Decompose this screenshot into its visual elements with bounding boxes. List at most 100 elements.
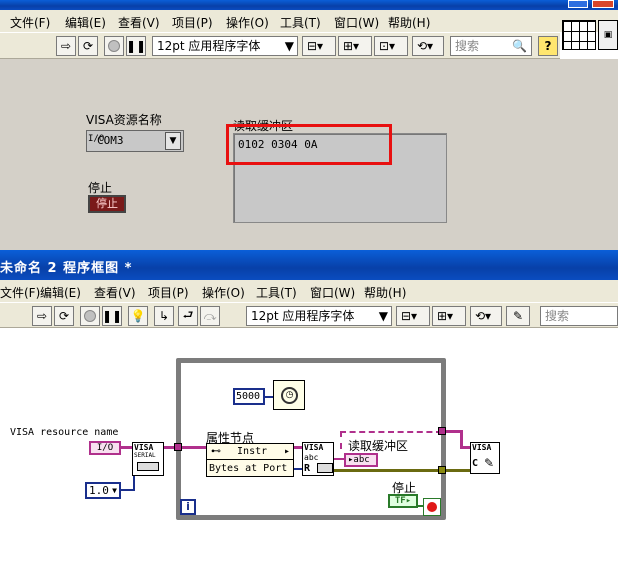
- menu-window[interactable]: 窗口(W): [334, 14, 379, 31]
- stop-circle-icon: [108, 40, 120, 52]
- bd-align-dropdown[interactable]: ⊟▾: [396, 306, 430, 326]
- block-menubar: 文件(F) 编辑(E) 查看(V) 项目(P) 操作(O) 工具(T) 窗口(W…: [0, 280, 618, 302]
- visa-resource-control[interactable]: I/O COM3 ▼: [86, 130, 184, 152]
- bd-pause-button[interactable]: ❚❚: [102, 306, 122, 326]
- bd-menu-help[interactable]: 帮助(H): [364, 284, 406, 301]
- timeout-wire: [265, 396, 273, 398]
- align-objects-dropdown[interactable]: ⊟▾: [302, 36, 336, 56]
- clean-up-diagram-icon[interactable]: ✎: [506, 306, 530, 326]
- close-icon[interactable]: [592, 0, 614, 8]
- visa-resource-label: VISA资源名称: [86, 113, 162, 127]
- loop-tunnel-out-ref: [438, 427, 446, 435]
- restore-icon[interactable]: [568, 0, 588, 8]
- close-session-icon: ✎: [484, 456, 495, 470]
- wait-ms-node[interactable]: ◷: [273, 380, 305, 410]
- loop-tunnel-in: [174, 443, 182, 451]
- menu-tools[interactable]: 工具(T): [280, 14, 321, 31]
- loop-condition-terminal[interactable]: [423, 498, 441, 516]
- menu-help[interactable]: 帮助(H): [388, 14, 430, 31]
- read-icon: [317, 463, 333, 473]
- ring-chevron-icon: ▼: [112, 486, 117, 495]
- pause-button[interactable]: ❚❚: [126, 36, 146, 56]
- visa-ref-wire-left: [340, 431, 342, 449]
- visa-resource-name-label: VISA resource name: [10, 427, 119, 438]
- bool-wire: [418, 505, 424, 507]
- error-wire-out: [446, 469, 470, 472]
- visa-wire-3: [294, 446, 302, 449]
- bd-font-select[interactable]: 12pt 应用程序字体 ▼: [246, 306, 392, 326]
- stop-condition-icon: [427, 502, 437, 512]
- front-menubar: 文件(F) 编辑(E) 查看(V) 项目(P) 操作(O) 工具(T) 窗口(W…: [0, 10, 618, 32]
- loop-tunnel-out-error: [438, 466, 446, 474]
- bd-menu-project[interactable]: 项目(P): [148, 284, 189, 301]
- bytes-wire: [294, 468, 302, 470]
- property-bytes-row: Bytes at Port: [209, 463, 288, 474]
- menu-edit[interactable]: 编辑(E): [65, 14, 106, 31]
- bd-abort-button[interactable]: [80, 306, 100, 326]
- resize-objects-dropdown[interactable]: ⊡▾: [374, 36, 408, 56]
- buffer-indicator-label: 读取缓冲区: [348, 439, 409, 453]
- menu-view[interactable]: 查看(V): [118, 14, 160, 31]
- run-continuous-button[interactable]: ⟳: [78, 36, 98, 56]
- bd-run-button[interactable]: ⇨: [32, 306, 52, 326]
- bd-reorder-dropdown[interactable]: ⟲▾: [470, 306, 502, 326]
- buffer-indicator-terminal: ▸abc: [344, 453, 378, 467]
- visa-configure-serial-node[interactable]: VISA SERIAL: [132, 442, 164, 476]
- reorder-dropdown[interactable]: ⟲▾: [412, 36, 444, 56]
- visa-read-node[interactable]: VISA abc R: [302, 442, 334, 476]
- search-icon[interactable]: 🔍: [512, 37, 527, 55]
- distribute-objects-dropdown[interactable]: ⊞▾: [338, 36, 372, 56]
- menu-operate[interactable]: 操作(O): [226, 14, 269, 31]
- step-into-icon[interactable]: ⮐: [178, 306, 198, 326]
- bd-stop-circle-icon: [84, 310, 96, 322]
- visa-wire-2: [164, 446, 206, 449]
- front-panel-canvas: VISA资源名称 I/O COM3 ▼ 停止 停止 读取缓冲区 0102 030…: [0, 59, 618, 250]
- run-button[interactable]: ⇨: [56, 36, 76, 56]
- highlight-box: [226, 124, 392, 165]
- loop-iteration-terminal: i: [180, 499, 196, 515]
- bd-menu-window[interactable]: 窗口(W): [310, 284, 355, 301]
- numeric-constant[interactable]: 1.0 ▼: [85, 482, 121, 499]
- bd-menu-view[interactable]: 查看(V): [94, 284, 136, 301]
- font-select[interactable]: 12pt 应用程序字体 ▼: [152, 36, 298, 56]
- bd-search-input[interactable]: 搜索: [540, 306, 618, 326]
- bd-menu-operate[interactable]: 操作(O): [202, 284, 245, 301]
- stop-button[interactable]: 停止: [88, 195, 126, 213]
- visa-ref-wire-top: [340, 431, 442, 433]
- bd-menu-edit[interactable]: 编辑(E): [40, 284, 81, 301]
- timeout-constant[interactable]: 5000: [233, 388, 265, 405]
- abort-button[interactable]: [104, 36, 124, 56]
- visa-resource-constant[interactable]: I/O: [89, 441, 121, 455]
- block-diagram-canvas: i 5000 ◷ VISA resource name I/O 1.0 ▼ VIS…: [0, 328, 618, 572]
- help-button[interactable]: ?: [538, 36, 558, 56]
- vi-icon[interactable]: ▣: [598, 20, 618, 50]
- block-toolbar: ⇨ ⟳ ❚❚ 💡 ↳ ⮐ ⤼ 12pt 应用程序字体 ▼ ⊟▾ ⊞▾ ⟲▾ ✎ 搜…: [0, 302, 618, 328]
- serial-port-icon: [137, 462, 159, 471]
- visa-resource-value: COM3: [97, 134, 124, 147]
- visa-close-node[interactable]: VISA C ✎: [470, 442, 500, 474]
- bd-run-continuous-button[interactable]: ⟳: [54, 306, 74, 326]
- string-wire: [334, 458, 344, 460]
- block-diagram-titlebar: 未命名 2 程序框图 *: [0, 250, 618, 280]
- property-node[interactable]: ⊷ Instr ▸ Bytes at Port: [206, 443, 294, 477]
- bd-distribute-dropdown[interactable]: ⊞▾: [432, 306, 466, 326]
- front-toolbar: ⇨ ⟳ ❚❚ 12pt 应用程序字体 ▼ ⊟▾ ⊞▾ ⊡▾ ⟲▾ 搜索 🔍 ?: [0, 32, 560, 59]
- bd-menu-tools[interactable]: 工具(T): [256, 284, 297, 301]
- front-panel-titlebar: [0, 0, 618, 10]
- highlight-execution-icon[interactable]: 💡: [128, 306, 148, 326]
- visa-wire-1: [121, 446, 132, 449]
- step-over-icon[interactable]: ⤼: [200, 306, 220, 326]
- menu-file[interactable]: 文件(F): [10, 14, 50, 31]
- menu-project[interactable]: 项目(P): [172, 14, 213, 31]
- clock-icon: ◷: [281, 387, 298, 404]
- visa-wire-out-close: [460, 446, 470, 449]
- property-instr-row: ⊷ Instr ▸: [207, 444, 293, 460]
- retain-wire-values-icon[interactable]: ↳: [154, 306, 174, 326]
- search-input[interactable]: 搜索 🔍: [450, 36, 532, 56]
- window-controls[interactable]: [566, 0, 618, 8]
- error-wire: [334, 469, 438, 472]
- bd-menu-file[interactable]: 文件(F): [0, 284, 40, 301]
- connector-pane-icon[interactable]: [562, 20, 596, 50]
- chevron-down-icon[interactable]: ▼: [165, 132, 181, 150]
- block-diagram-title: 未命名 2 程序框图 *: [0, 261, 133, 276]
